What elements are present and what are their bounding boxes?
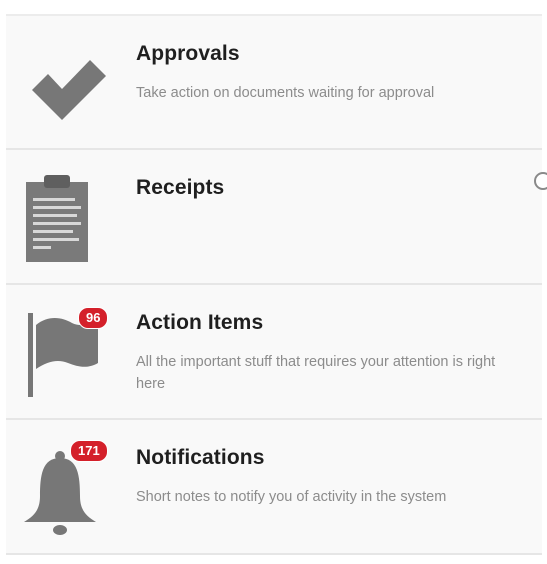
list-item-receipts[interactable]: Receipts xyxy=(6,150,547,285)
item-title: Approvals xyxy=(136,42,240,65)
item-title: Notifications xyxy=(136,446,265,469)
clipboard-icon xyxy=(18,170,118,270)
list-item-notifications[interactable]: 171 Notifications Short notes to notify … xyxy=(6,420,542,555)
menu-list: Approvals Take action on documents waiti… xyxy=(6,14,547,555)
scroll-handle[interactable] xyxy=(534,172,547,190)
item-title: Receipts xyxy=(136,176,225,199)
item-description: Short notes to notify you of activity in… xyxy=(136,489,447,505)
notifications-count-badge: 171 xyxy=(70,440,108,462)
list-item-action-items[interactable]: 96 Action Items All the important stuff … xyxy=(6,285,542,420)
list-item-approvals[interactable]: Approvals Take action on documents waiti… xyxy=(6,16,542,150)
action-items-count-badge: 96 xyxy=(78,307,109,329)
item-title: Action Items xyxy=(136,311,264,334)
item-description: Take action on documents waiting for app… xyxy=(136,85,435,101)
checkmark-icon xyxy=(18,36,118,136)
item-description: All the important stuff that requires yo… xyxy=(136,354,496,392)
